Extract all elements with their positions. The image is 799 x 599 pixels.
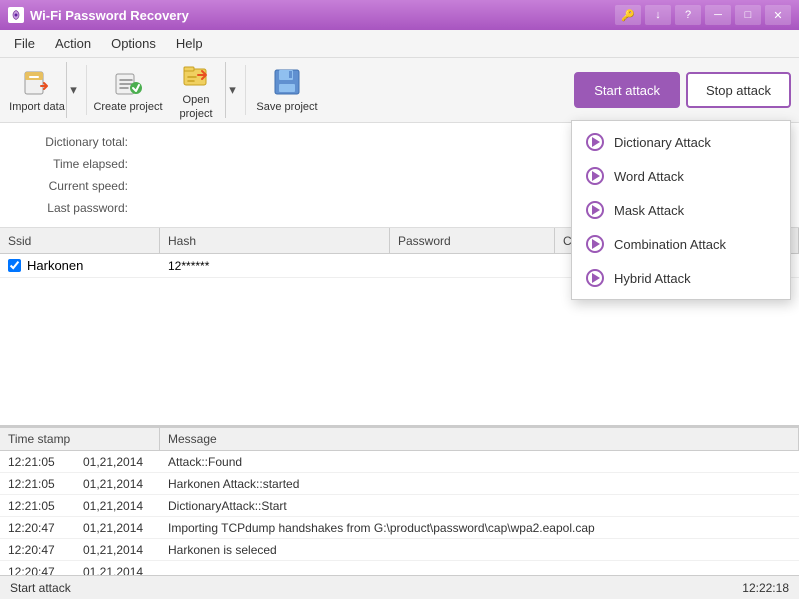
log-time-4: 12:20:47 xyxy=(0,539,75,560)
word-attack-icon xyxy=(586,167,604,185)
log-date-2: 01,21,2014 xyxy=(75,495,160,516)
col-header-hash: Hash xyxy=(160,228,390,253)
log-date-5: 01,21,2014 xyxy=(75,561,160,575)
open-project-label: Open project xyxy=(167,94,225,120)
row-hash: 12****** xyxy=(160,254,390,277)
attack-area: Start attack Stop attack xyxy=(574,72,791,108)
save-project-label: Save project xyxy=(256,101,317,114)
col-header-password: Password xyxy=(390,228,555,253)
open-project-arrow[interactable]: ▾ xyxy=(225,62,239,118)
maximize-btn[interactable]: □ xyxy=(735,5,761,25)
dict-total-label: Dictionary total: xyxy=(16,135,136,149)
log-msg-1: Harkonen Attack::started xyxy=(160,473,799,494)
app-title: Wi-Fi Password Recovery xyxy=(30,8,189,23)
create-project-button[interactable]: Create project xyxy=(93,62,163,118)
menu-bar: File Action Options Help xyxy=(0,30,799,58)
log-row: 12:21:05 01,21,2014 Harkonen Attack::sta… xyxy=(0,473,799,495)
log-time-1: 12:21:05 xyxy=(0,473,75,494)
last-password-label: Last password: xyxy=(16,201,136,215)
status-time: 12:22:18 xyxy=(742,581,789,595)
open-project-icon xyxy=(180,59,212,91)
import-data-label: Import data xyxy=(9,101,65,114)
time-elapsed-label: Time elapsed: xyxy=(16,157,136,171)
log-msg-3: Importing TCPdump handshakes from G:\pro… xyxy=(160,517,799,538)
log-msg-4: Harkonen is seleced xyxy=(160,539,799,560)
dictionary-attack-item[interactable]: Dictionary Attack xyxy=(572,125,790,159)
mask-attack-icon xyxy=(586,201,604,219)
log-col-message: Message xyxy=(160,428,799,450)
row-ssid: Harkonen xyxy=(27,258,83,273)
import-icon xyxy=(21,66,53,98)
separator-1 xyxy=(86,65,87,115)
open-project-button[interactable]: Open project xyxy=(167,62,225,118)
stop-attack-button[interactable]: Stop attack xyxy=(686,72,791,108)
row-password xyxy=(390,254,555,277)
save-project-icon xyxy=(271,66,303,98)
col-header-ssid: Ssid xyxy=(0,228,160,253)
separator-2 xyxy=(245,65,246,115)
dictionary-attack-icon xyxy=(586,133,604,151)
app-icon xyxy=(8,7,24,23)
minimize-btn[interactable]: ─ xyxy=(705,5,731,25)
create-project-label: Create project xyxy=(93,101,162,114)
current-speed-label: Current speed: xyxy=(16,179,136,193)
combination-attack-icon xyxy=(586,235,604,253)
status-bar: Start attack 12:22:18 xyxy=(0,575,799,599)
log-time-3: 12:20:47 xyxy=(0,517,75,538)
log-date-0: 01,21,2014 xyxy=(75,451,160,472)
key-btn[interactable]: 🔑 xyxy=(615,5,641,25)
log-row: 12:20:47 01,21,2014 Harkonen is seleced xyxy=(0,539,799,561)
log-time-0: 12:21:05 xyxy=(0,451,75,472)
log-time-5: 12:20:47 xyxy=(0,561,75,575)
open-project-split-btn: Open project ▾ xyxy=(167,62,239,118)
start-attack-button[interactable]: Start attack xyxy=(574,72,680,108)
combination-attack-label: Combination Attack xyxy=(614,237,726,252)
word-attack-item[interactable]: Word Attack xyxy=(572,159,790,193)
dictionary-attack-label: Dictionary Attack xyxy=(614,135,711,150)
combination-attack-item[interactable]: Combination Attack xyxy=(572,227,790,261)
hybrid-attack-label: Hybrid Attack xyxy=(614,271,691,286)
log-row: 12:21:05 01,21,2014 DictionaryAttack::St… xyxy=(0,495,799,517)
hybrid-attack-item[interactable]: Hybrid Attack xyxy=(572,261,790,295)
word-attack-label: Word Attack xyxy=(614,169,684,184)
menu-help[interactable]: Help xyxy=(166,32,213,55)
log-row: 12:21:05 01,21,2014 Attack::Found xyxy=(0,451,799,473)
mask-attack-label: Mask Attack xyxy=(614,203,684,218)
close-btn[interactable]: ✕ xyxy=(765,5,791,25)
log-date-4: 01,21,2014 xyxy=(75,539,160,560)
log-area: Time stamp Message 12:21:05 01,21,2014 A… xyxy=(0,427,799,575)
toolbar: Import data ▾ Create project xyxy=(0,58,799,123)
import-data-split-btn: Import data ▾ xyxy=(8,62,80,118)
mask-attack-item[interactable]: Mask Attack xyxy=(572,193,790,227)
create-project-icon xyxy=(112,66,144,98)
log-msg-2: DictionaryAttack::Start xyxy=(160,495,799,516)
save-project-button[interactable]: Save project xyxy=(252,62,322,118)
menu-file[interactable]: File xyxy=(4,32,45,55)
help-btn[interactable]: ? xyxy=(675,5,701,25)
log-msg-5 xyxy=(160,561,799,575)
import-data-button[interactable]: Import data xyxy=(8,62,66,118)
log-rows[interactable]: 12:21:05 01,21,2014 Attack::Found 12:21:… xyxy=(0,451,799,575)
menu-action[interactable]: Action xyxy=(45,32,101,55)
log-row: 12:20:47 01,21,2014 xyxy=(0,561,799,575)
menu-options[interactable]: Options xyxy=(101,32,166,55)
log-row: 12:20:47 01,21,2014 Importing TCPdump ha… xyxy=(0,517,799,539)
log-msg-0: Attack::Found xyxy=(160,451,799,472)
log-time-2: 12:21:05 xyxy=(0,495,75,516)
attack-dropdown-menu: Dictionary Attack Word Attack Mask Attac… xyxy=(571,120,791,300)
title-bar: Wi-Fi Password Recovery 🔑 ↓ ? ─ □ ✕ xyxy=(0,0,799,30)
import-data-arrow[interactable]: ▾ xyxy=(66,62,80,118)
download-btn[interactable]: ↓ xyxy=(645,5,671,25)
row-checkbox-cell[interactable]: Harkonen xyxy=(0,254,160,277)
window-controls: 🔑 ↓ ? ─ □ ✕ xyxy=(615,5,791,25)
row-checkbox[interactable] xyxy=(8,259,21,272)
log-col-timestamp: Time stamp xyxy=(0,428,160,450)
log-header: Time stamp Message xyxy=(0,427,799,451)
log-date-3: 01,21,2014 xyxy=(75,517,160,538)
hybrid-attack-icon xyxy=(586,269,604,287)
status-text: Start attack xyxy=(10,581,71,595)
log-date-1: 01,21,2014 xyxy=(75,473,160,494)
